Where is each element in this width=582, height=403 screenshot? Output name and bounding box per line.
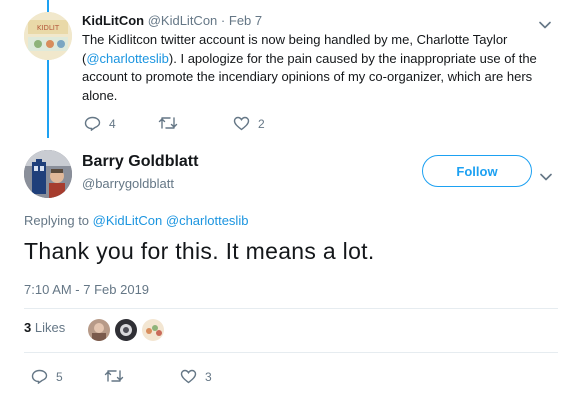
reply-icon	[84, 116, 101, 131]
parent-like-action[interactable]: 2	[233, 116, 265, 131]
main-retweet-action[interactable]	[104, 369, 132, 383]
likes-count: 3	[24, 320, 32, 335]
kidlitcon-avatar[interactable]: KIDLIT	[24, 12, 72, 60]
follow-button[interactable]: Follow	[422, 155, 532, 187]
header-separator: ·	[220, 13, 226, 28]
divider-bottom	[24, 352, 558, 353]
main-reply-action[interactable]: 5	[31, 369, 63, 384]
likes-summary[interactable]: 3 Likes	[24, 320, 65, 335]
parent-reply-count: 4	[109, 116, 116, 131]
likes-label: Likes	[34, 320, 66, 335]
main-handle[interactable]: @barrygoldblatt	[82, 176, 174, 191]
liker-avatar-1[interactable]	[88, 319, 110, 341]
heart-icon	[180, 369, 197, 384]
parent-date[interactable]: Feb 7	[229, 13, 262, 28]
parent-reply-action[interactable]: 4	[84, 116, 116, 131]
parent-tweet-text: The Kidlitcon twitter account is now bei…	[82, 31, 552, 105]
main-like-count: 3	[205, 369, 212, 384]
parent-like-count: 2	[258, 116, 265, 131]
parent-mention-link[interactable]: @charlotteslib	[86, 51, 169, 66]
main-more-chevron-icon[interactable]	[540, 168, 552, 186]
barry-goldblatt-avatar[interactable]	[24, 150, 72, 198]
replying-to-kidlitcon-link[interactable]: @KidLitCon	[93, 213, 163, 228]
tweet-timestamp[interactable]: 7:10 AM - 7 Feb 2019	[24, 282, 149, 297]
parent-retweet-action[interactable]	[158, 116, 186, 130]
parent-display-name[interactable]: KidLitCon	[82, 13, 144, 28]
main-tweet-text: Thank you for this. It means a lot.	[24, 238, 375, 264]
liker-avatar-2[interactable]	[115, 319, 137, 341]
reply-icon	[31, 369, 48, 384]
main-display-name[interactable]: Barry Goldblatt	[82, 153, 198, 171]
retweet-icon	[104, 370, 124, 382]
replying-to-line: Replying to @KidLitCon @charlotteslib	[24, 213, 248, 228]
divider-top	[24, 308, 558, 309]
parent-handle[interactable]: @KidLitCon	[148, 13, 218, 28]
replying-to-charlotteslib-link[interactable]: @charlotteslib	[166, 213, 249, 228]
parent-tweet-header: KidLitCon @KidLitCon · Feb 7	[82, 13, 262, 28]
retweet-icon	[158, 117, 178, 129]
main-like-action[interactable]: 3	[180, 369, 212, 384]
heart-icon	[233, 116, 250, 131]
liker-avatar-3[interactable]	[142, 319, 164, 341]
main-reply-count: 5	[56, 369, 63, 384]
replying-to-label: Replying to	[24, 213, 90, 228]
svg-text:KIDLIT: KIDLIT	[37, 24, 60, 32]
